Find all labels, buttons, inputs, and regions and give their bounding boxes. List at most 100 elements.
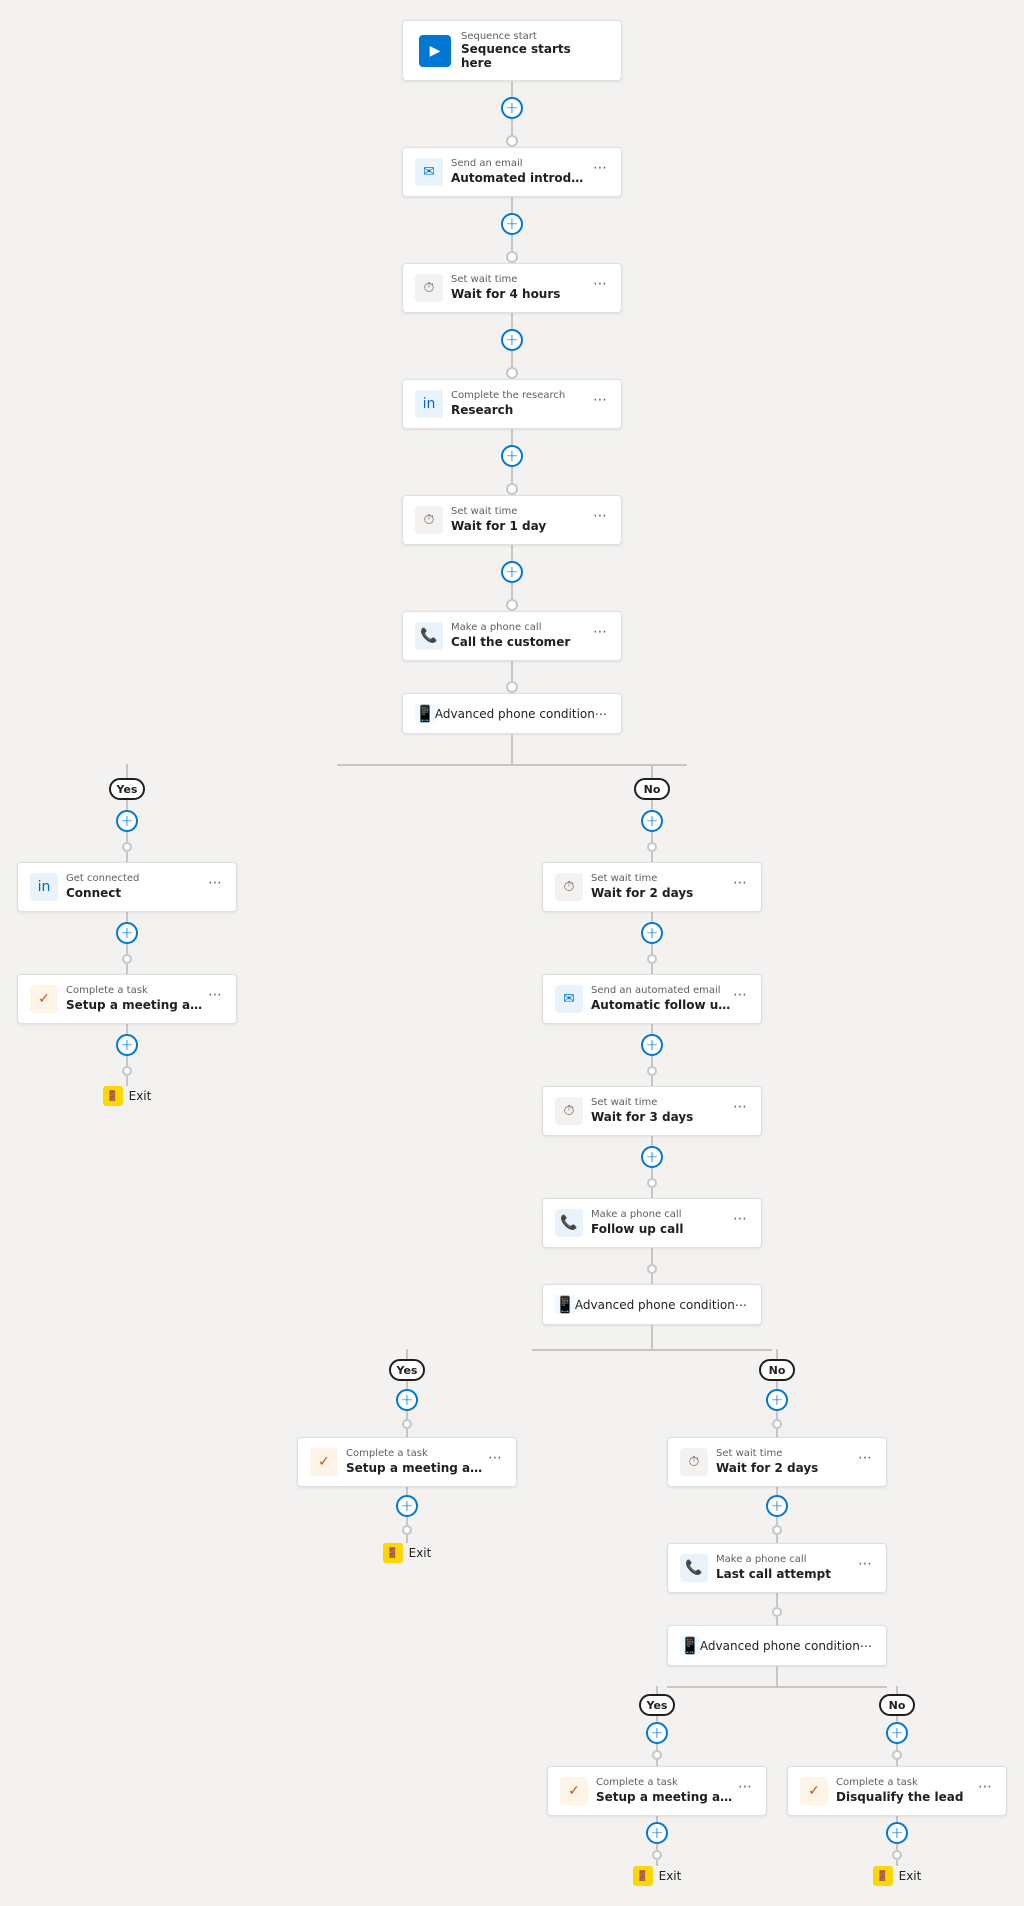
line (511, 429, 513, 445)
circle (402, 1419, 412, 1429)
wait-icon: ⏱ (555, 1097, 583, 1125)
exit2-icon: 🚪 (383, 1543, 403, 1563)
call1-label: Make a phone call (451, 622, 591, 633)
call3-menu[interactable]: ⋯ (856, 1554, 874, 1574)
task3-title: Setup a meeting and move to the next s..… (596, 1790, 736, 1804)
no-label: No (634, 778, 670, 800)
task4-menu[interactable]: ⋯ (976, 1777, 994, 1797)
line (651, 912, 653, 922)
line (511, 467, 513, 483)
task3-node: ✓ Complete a task Setup a meeting and mo… (547, 1766, 767, 1816)
line (126, 1024, 128, 1034)
add-btn-yes1[interactable]: + (116, 810, 138, 832)
no2-label: No (759, 1359, 795, 1381)
start-label: Sequence start (461, 31, 605, 42)
add-btn-exit4[interactable]: + (886, 1822, 908, 1844)
line (406, 1429, 408, 1437)
email1-menu[interactable]: ⋯ (591, 158, 609, 178)
conn6 (506, 661, 518, 693)
wait-icon: ⏱ (415, 274, 443, 302)
add-btn-4[interactable]: + (501, 445, 523, 467)
wait4-menu[interactable]: ⋯ (731, 1097, 749, 1117)
condition1-menu[interactable]: ⋯ (595, 707, 607, 721)
add-btn-yes3[interactable]: + (646, 1722, 668, 1744)
task2-menu[interactable]: ⋯ (486, 1448, 504, 1468)
task4-label: Complete a task (836, 1777, 976, 1788)
connect-menu[interactable]: ⋯ (206, 873, 224, 893)
circle (772, 1419, 782, 1429)
line (511, 81, 513, 97)
circle (652, 1750, 662, 1760)
conn5: + (501, 545, 523, 611)
email-icon: ✉ (415, 158, 443, 186)
branch1-container: Yes + in Get connected Connect ⋯ + (0, 734, 1024, 1886)
add-btn-1[interactable]: + (501, 97, 523, 119)
wait5-menu[interactable]: ⋯ (856, 1448, 874, 1468)
line (776, 1535, 778, 1543)
connect-icon: in (30, 873, 58, 901)
linkedin-icon: in (415, 390, 443, 418)
wait3-menu[interactable]: ⋯ (731, 873, 749, 893)
add-btn-no1[interactable]: + (641, 810, 663, 832)
exit1-node: 🚪 Exit (103, 1086, 152, 1106)
condition2-icon: 📱 (555, 1295, 575, 1314)
call2-label: Make a phone call (591, 1209, 731, 1220)
circle (772, 1525, 782, 1535)
research-menu[interactable]: ⋯ (591, 390, 609, 410)
condition3-menu[interactable]: ⋯ (860, 1639, 872, 1653)
wait5-content: Set wait time Wait for 2 days (716, 1448, 856, 1475)
task3-menu[interactable]: ⋯ (736, 1777, 754, 1797)
wait-icon: ⏱ (555, 873, 583, 901)
wait2-menu[interactable]: ⋯ (591, 506, 609, 526)
add-btn-5[interactable]: + (501, 561, 523, 583)
line (776, 1349, 778, 1359)
add-btn-exit1[interactable]: + (116, 1034, 138, 1056)
add-btn-3[interactable]: + (501, 329, 523, 351)
phone2-icon: 📞 (555, 1209, 583, 1237)
left-arm: Yes + in Get connected Connect ⋯ + (17, 764, 237, 1106)
add-btn-no3[interactable]: + (886, 1722, 908, 1744)
task1-node: ✓ Complete a task Setup a meeting and mo… (17, 974, 237, 1024)
email2-content: Send an automated email Automatic follow… (591, 985, 731, 1012)
condition3-icon: 📱 (680, 1636, 700, 1655)
line (511, 583, 513, 599)
call3-label: Make a phone call (716, 1554, 856, 1565)
line (126, 764, 128, 778)
call2-menu[interactable]: ⋯ (731, 1209, 749, 1229)
condition2-menu[interactable]: ⋯ (735, 1298, 747, 1312)
line (406, 1517, 408, 1525)
email1-node: ✉ Send an email Automated introductory e… (402, 147, 622, 197)
circle (892, 1750, 902, 1760)
call1-menu[interactable]: ⋯ (591, 622, 609, 642)
line (651, 1056, 653, 1066)
line (651, 1168, 653, 1178)
add-btn-exit3[interactable]: + (646, 1822, 668, 1844)
call1-content: Make a phone call Call the customer (451, 622, 591, 649)
add-btn-no2[interactable]: + (766, 1389, 788, 1411)
branch3-h (667, 1686, 887, 1688)
task2-node: ✓ Complete a task Setup a meeting and mo… (297, 1437, 517, 1487)
line (651, 852, 653, 862)
call3-node: 📞 Make a phone call Last call attempt ⋯ (667, 1543, 887, 1593)
no3-arm: No + ✓ Complete a task (787, 1686, 1007, 1886)
research-node: in Complete the research Research ⋯ (402, 379, 622, 429)
no2-arm: No + ⏱ Set wait time Wait for 2 days (547, 1349, 1007, 1886)
line (126, 1076, 128, 1086)
add-btn-no1c[interactable]: + (641, 1034, 663, 1056)
research-label: Complete the research (451, 390, 591, 401)
line (406, 1487, 408, 1495)
wait-icon: ⏱ (415, 506, 443, 534)
add-btn-no1b[interactable]: + (641, 922, 663, 944)
circle (122, 954, 132, 964)
research-title: Research (451, 403, 591, 417)
add-btn-yes2[interactable]: + (396, 1389, 418, 1411)
add-btn-no1d[interactable]: + (641, 1146, 663, 1168)
add-btn-yes1b[interactable]: + (116, 922, 138, 944)
task1-menu[interactable]: ⋯ (206, 985, 224, 1005)
email2-menu[interactable]: ⋯ (731, 985, 749, 1005)
circle (647, 954, 657, 964)
wait1-menu[interactable]: ⋯ (591, 274, 609, 294)
add-btn-2[interactable]: + (501, 213, 523, 235)
yes2-label: Yes (389, 1359, 425, 1381)
line (651, 944, 653, 954)
